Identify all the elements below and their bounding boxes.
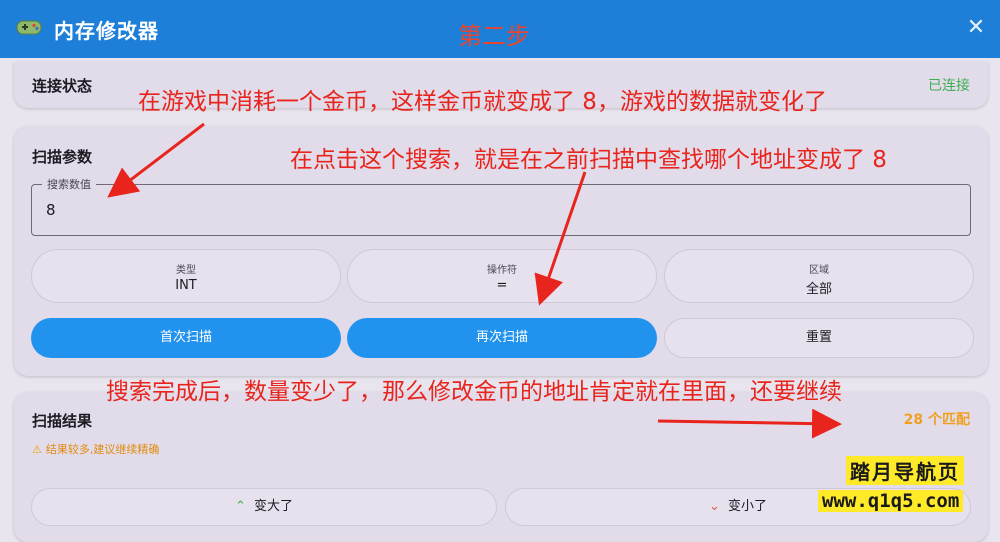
connection-status-value: 已连接 xyxy=(928,78,970,94)
type-selector[interactable]: 类型 INT xyxy=(31,249,341,303)
annotation-consume-coin: 在游戏中消耗一个金币，这样金币就变成了 8，游戏的数据就变化了 xyxy=(138,89,827,115)
decreased-label: 变小了 xyxy=(727,499,767,514)
warning-text: 结果较多,建议继续精确 xyxy=(45,443,160,456)
search-field-label: 搜索数值 xyxy=(42,176,96,192)
chevron-down-icon: ⌄ xyxy=(709,499,720,514)
type-value: INT xyxy=(175,278,197,293)
scan-results-card: 扫描结果 28 个匹配 ⚠ 结果较多,建议继续精确 ⌃ 变大了 ⌄ 变小了 xyxy=(14,392,988,542)
next-scan-button[interactable]: 再次扫描 xyxy=(347,318,657,358)
step-annotation: 第二步 xyxy=(458,22,530,50)
gamepad-icon xyxy=(16,20,42,35)
annotation-click-search: 在点击这个搜索，就是在之前扫描中查找哪个地址变成了 8 xyxy=(290,147,887,173)
first-scan-button[interactable]: 首次扫描 xyxy=(31,318,341,358)
watermark-name: 踏月导航页 xyxy=(846,456,964,485)
results-warning: ⚠ 结果较多,建议继续精确 xyxy=(32,441,159,457)
watermark-url: www.q1q5.com xyxy=(818,490,964,512)
type-label: 类型 xyxy=(176,265,196,276)
chevron-up-icon: ⌃ xyxy=(235,499,246,514)
close-icon[interactable]: ✕ xyxy=(962,14,990,42)
operator-label: 操作符 xyxy=(487,265,517,276)
app-title: 内存修改器 xyxy=(54,19,159,43)
annotation-results-reduced: 搜索完成后，数量变少了，那么修改金币的地址肯定就在里面，还要继续 xyxy=(106,379,842,405)
scan-params-label: 扫描参数 xyxy=(32,148,93,166)
operator-selector[interactable]: 操作符 = xyxy=(347,249,657,303)
region-label: 区域 xyxy=(809,265,829,276)
reset-button[interactable]: 重置 xyxy=(664,318,974,358)
warning-icon: ⚠ xyxy=(32,443,42,456)
search-value-field[interactable]: 搜索数值 8 xyxy=(31,176,971,236)
operator-value: = xyxy=(496,278,508,293)
connection-status-label: 连接状态 xyxy=(32,77,93,95)
match-count: 28 个匹配 xyxy=(903,412,970,428)
scan-results-label: 扫描结果 xyxy=(32,412,93,430)
search-field-value[interactable]: 8 xyxy=(46,201,56,219)
increased-label: 变大了 xyxy=(253,499,293,514)
region-value: 全部 xyxy=(805,282,832,297)
region-selector[interactable]: 区域 全部 xyxy=(664,249,974,303)
increased-button[interactable]: ⌃ 变大了 xyxy=(31,488,497,526)
